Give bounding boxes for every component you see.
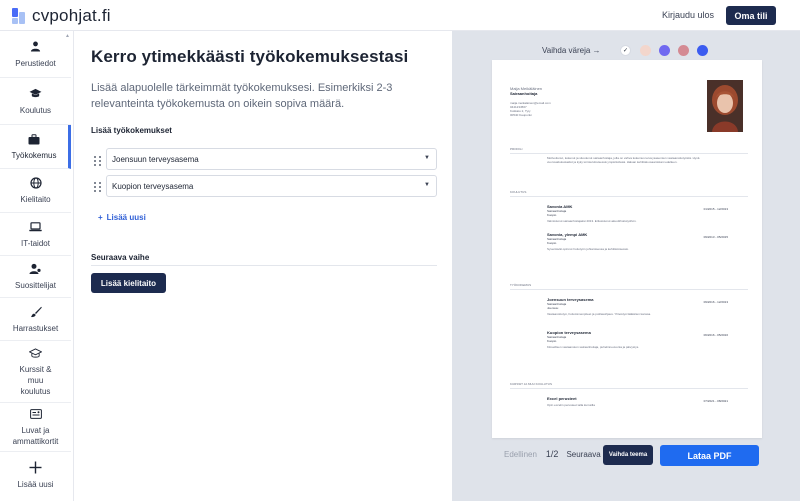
sidebar-item-harrastukset[interactable]: Harrastukset <box>0 298 71 341</box>
globe-icon <box>29 176 43 190</box>
sidebar-item-lisaa-uusi[interactable]: Lisää uusi <box>0 452 71 498</box>
cv-page[interactable]: Maija Meikäläinen Sairaanhoitaja maija.m… <box>492 60 762 438</box>
add-language-button[interactable]: Lisää kielitaito <box>91 273 166 293</box>
cv-course-title: Excel perusteet <box>547 396 577 401</box>
job-item-name: Joensuun terveysasema <box>112 154 199 164</box>
brush-icon <box>29 305 43 319</box>
sidebar-item-it-taidot[interactable]: IT-taidot <box>0 213 71 256</box>
sidebar-item-suosittelijat[interactable]: Suosittelijat <box>0 256 71 298</box>
cv-education-sub: Sairaanhoitaja Kuopio <box>547 237 567 245</box>
plus-icon <box>29 461 43 475</box>
color-swatch-blue[interactable] <box>697 45 708 56</box>
color-picker: Vaihda väreja → ✓ <box>452 45 800 57</box>
divider <box>510 153 748 154</box>
cv-photo <box>707 80 743 132</box>
cv-course-date: 07/2021 - 08/2021 <box>703 399 728 403</box>
color-swatch-white[interactable]: ✓ <box>620 45 631 56</box>
sidebar-item-perustiedot[interactable]: Perustiedot <box>0 31 71 78</box>
cv-experience-sub: Sairaanhoitaja Kuopio <box>547 335 567 343</box>
sidebar-item-label: Lisää uusi <box>17 479 54 489</box>
cv-experience-text: Vastaanottotyö, hoitotoimenpiteet ja pot… <box>547 312 651 316</box>
divider <box>91 265 437 266</box>
cv-preview-panel: Vaihda väreja → ✓ Maija Meikäläinen Sair… <box>452 31 800 501</box>
next-page-button[interactable]: Seuraava <box>566 450 600 459</box>
sidebar-item-koulutus[interactable]: Koulutus <box>0 78 71 125</box>
sidebar-item-label: Luvat ja ammattikortit <box>12 426 59 446</box>
sidebar-item-label: Kielitaito <box>20 195 51 204</box>
job-item-name: Kuopion terveysasema <box>112 181 194 191</box>
check-icon: ✓ <box>622 48 629 54</box>
logo-text: cvpohjat.fi <box>32 6 111 25</box>
logout-link[interactable]: Kirjaudu ulos <box>662 10 714 20</box>
cv-experience-date: 06/2016 - 05/2016 <box>703 333 728 337</box>
plus-icon: + <box>98 213 103 222</box>
page-indicator: 1/2 <box>545 449 559 459</box>
people-icon <box>29 262 43 276</box>
sidebar-item-label: Koulutus <box>19 105 52 115</box>
chevron-down-icon[interactable]: ▼ <box>424 182 430 188</box>
drag-handle-icon[interactable] <box>94 182 102 192</box>
color-picker-label: Vaihda väreja → <box>542 46 601 55</box>
previous-page-button[interactable]: Edellinen <box>504 450 537 459</box>
change-theme-button[interactable]: Vaihda teema <box>603 445 653 465</box>
account-button[interactable]: Oma tili <box>726 6 776 25</box>
page-description: Lisää alapuolelle tärkeimmät työkokemuks… <box>91 82 393 110</box>
divider <box>510 388 748 389</box>
color-swatch-peach[interactable] <box>640 45 651 56</box>
add-job-label: Lisää uusi <box>106 213 146 222</box>
next-step-label: Seuraava vaihe <box>91 253 150 262</box>
cv-profile-text: Motivoitunut, kokenut ja sitoutunut sair… <box>547 156 700 164</box>
id-card-icon <box>29 407 43 421</box>
divider <box>510 289 748 290</box>
sidebar-item-label: Suosittelijat <box>15 281 56 290</box>
divider <box>510 196 748 197</box>
sidebar-item-tyokokemus[interactable]: Työkokemus <box>0 125 71 169</box>
cv-section-experience: TYÖKOKEMUS <box>510 283 532 287</box>
sidebar-item-label: Harrastukset <box>12 323 59 333</box>
briefcase-icon <box>27 132 41 146</box>
job-item[interactable]: Kuopion terveysasema ▼ <box>106 175 437 197</box>
job-item[interactable]: Joensuun terveysasema ▼ <box>106 148 437 170</box>
color-swatch-violet[interactable] <box>659 45 670 56</box>
graduation-cap-icon <box>29 87 43 101</box>
cv-section-courses: KURSSIT JA MUU KOULUTUS <box>510 382 552 386</box>
chevron-down-icon[interactable]: ▼ <box>424 155 430 161</box>
download-pdf-button[interactable]: Lataa PDF <box>660 445 759 466</box>
cv-section-profile: PROFIILI <box>510 147 523 151</box>
page-title: Kerro ytimekkäästi työkokemuksestasi <box>91 47 409 66</box>
sidebar-nav: ▲ Perustiedot Koulutus Työkokemus Kielit… <box>0 31 74 501</box>
section-label: Lisää työkokemukset <box>91 126 172 135</box>
person-icon <box>29 40 43 54</box>
cv-education-sub: Sairaanhoitaja Kuopio <box>547 209 567 217</box>
sidebar-item-label: Perustiedot <box>15 58 56 68</box>
cv-course-text: Opin excelin perusteet talla kurssilla <box>547 403 595 407</box>
sidebar-item-label: IT-taidot <box>21 238 50 248</box>
top-bar: cvpohjat.fi Kirjaudu ulos Oma tili <box>0 0 800 31</box>
sidebar-item-luvat[interactable]: Luvat ja ammattikortit <box>0 403 71 452</box>
cv-experience-date: 09/2016 - 12/2013 <box>703 300 728 304</box>
cv-education-date: 09/2013 - 05/2015 <box>703 235 728 239</box>
laptop-icon <box>29 220 43 234</box>
add-job-link[interactable]: + Lisää uusi <box>98 213 146 222</box>
sidebar-item-label: Kurssit & muu koulutus <box>19 365 52 396</box>
sidebar-item-label: Työkokemus <box>11 151 57 160</box>
logo[interactable]: cvpohjat.fi <box>12 6 111 26</box>
cv-experience-sub: Sairaanhoitaja Joensuu <box>547 302 567 310</box>
sidebar-item-kielitaito[interactable]: Kielitaito <box>0 169 71 213</box>
editor-panel: Kerro ytimekkäästi työkokemuksestasi Lis… <box>74 31 452 501</box>
cv-experience-text: Kiireellisen vastaanoton sairaanhoitaja,… <box>547 345 640 349</box>
cv-section-education: KOULUTUS <box>510 190 527 194</box>
drag-handle-icon[interactable] <box>94 156 102 166</box>
cv-contact: maija.meikalainen@email.com 0441234567 K… <box>510 101 551 117</box>
cv-education-text: Syventävät opinnot hoitotyön johtamisess… <box>547 247 629 251</box>
cv-education-date: 01/2015 - 12/2013 <box>703 207 728 211</box>
logo-mark-icon <box>12 8 26 24</box>
cv-education-text: Valmistunut sairaanhoitajaksi 2013. Erik… <box>547 219 637 223</box>
color-swatch-rose[interactable] <box>678 45 689 56</box>
sidebar-item-kurssit[interactable]: Kurssit & muu koulutus <box>0 341 71 403</box>
cv-role: Sairaanhoitaja <box>510 91 538 96</box>
mortarboard-icon <box>29 346 43 360</box>
page-pager: Edellinen 1/2 Seuraava <box>504 449 601 459</box>
